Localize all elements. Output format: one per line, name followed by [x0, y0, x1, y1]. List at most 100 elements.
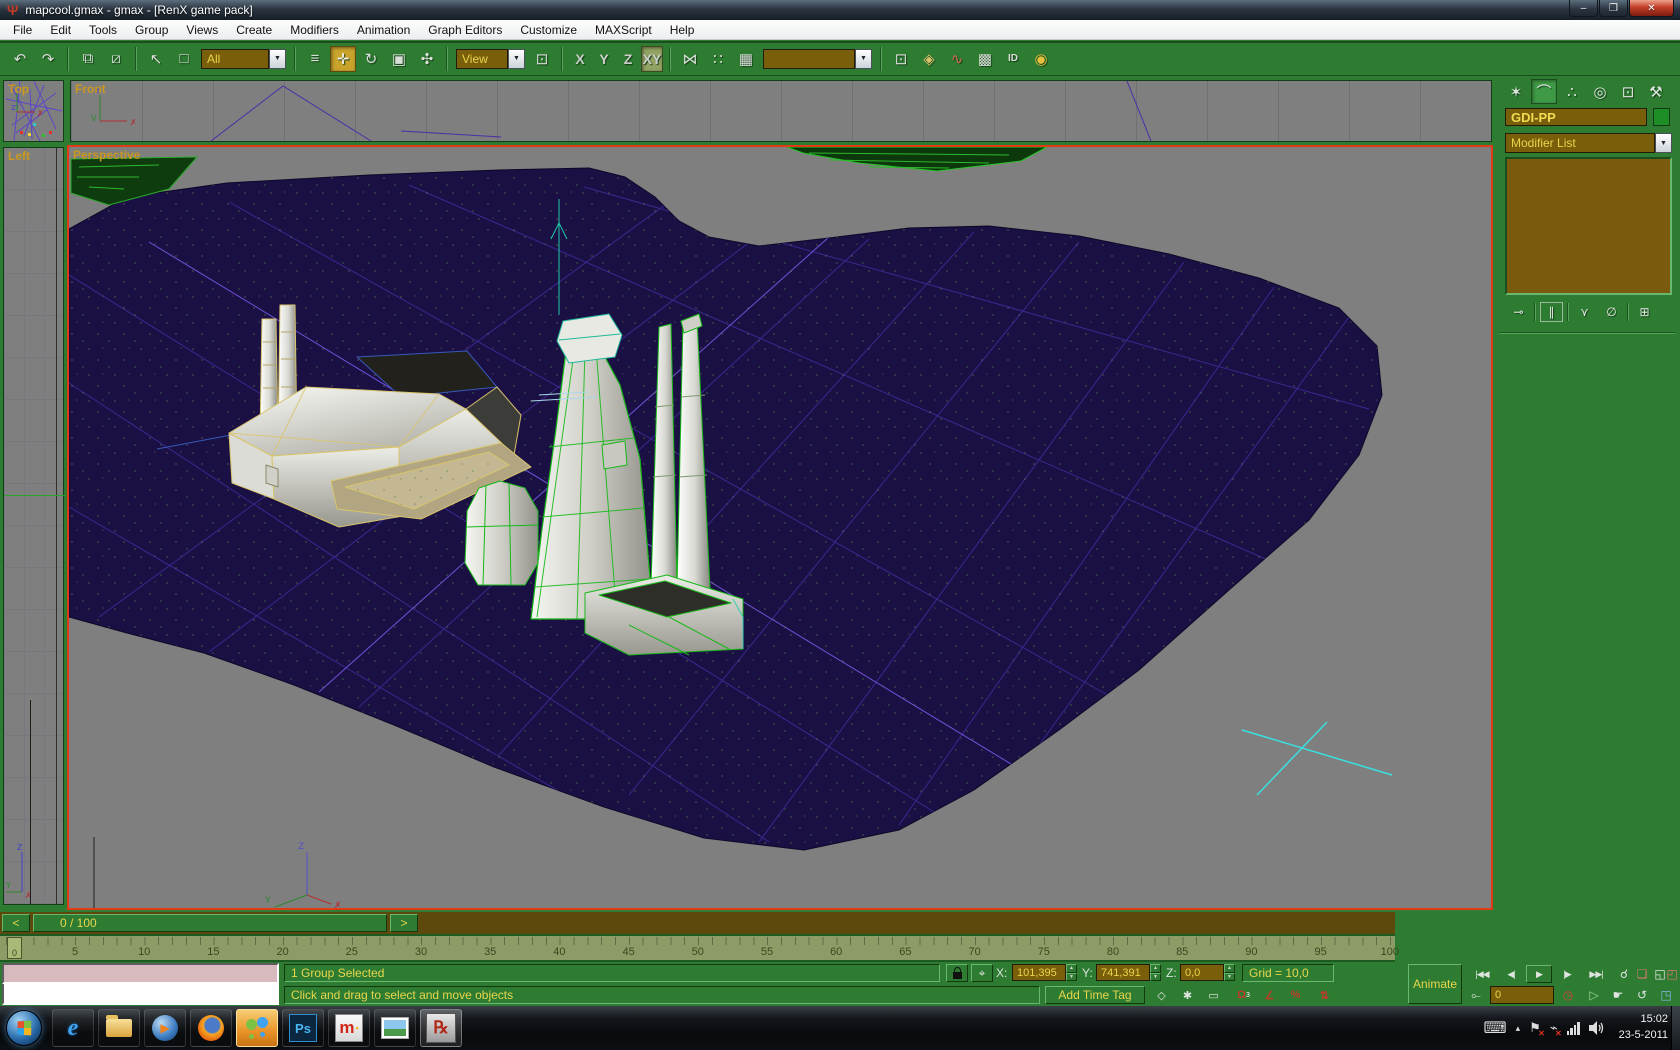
object-color-swatch[interactable] — [1653, 108, 1670, 126]
chevron-down-icon[interactable]: ▼ — [1655, 133, 1672, 153]
redo-icon[interactable]: ↷ — [35, 46, 61, 72]
pin-stack-icon[interactable]: ⊸ — [1507, 302, 1530, 322]
menu-modifiers[interactable]: Modifiers — [281, 21, 348, 39]
volume-icon[interactable] — [1589, 1021, 1606, 1035]
chevron-down-icon[interactable]: ▼ — [269, 49, 286, 69]
viewport-left[interactable]: Left Z Y ✗ — [3, 147, 64, 905]
rotate-icon[interactable]: ↻ — [358, 46, 384, 72]
crossing-mode-icon[interactable]: ▭ — [1202, 986, 1225, 1004]
render-icon[interactable]: ◉ — [1028, 46, 1054, 72]
menu-animation[interactable]: Animation — [348, 21, 419, 39]
timeline-position-handle[interactable]: 0 — [7, 937, 22, 959]
select-link-icon[interactable]: ⧉ — [75, 46, 101, 72]
start-button[interactable] — [6, 1010, 42, 1046]
manipulate-icon[interactable]: ✣ — [414, 46, 440, 72]
close-button[interactable]: ✕ — [1629, 0, 1674, 17]
selection-lock-icon[interactable] — [946, 964, 968, 982]
pan-icon[interactable]: ☛ — [1608, 986, 1628, 1004]
restrict-x-button[interactable]: X — [569, 46, 591, 72]
select-by-name-icon[interactable]: ≡ — [302, 46, 328, 72]
spinner-snap-icon[interactable]: ⇅ — [1313, 986, 1336, 1004]
modifier-list-dropdown[interactable]: Modifier List ▼ — [1505, 133, 1672, 152]
remove-modifier-icon[interactable]: ∅ — [1600, 302, 1623, 322]
menu-edit[interactable]: Edit — [41, 21, 80, 39]
viewport-front[interactable]: Front Z V ✗ — [70, 80, 1492, 142]
absolute-mode-icon[interactable]: ⌖ — [971, 964, 993, 982]
taskbar-messenger-icon[interactable] — [236, 1009, 278, 1047]
menu-tools[interactable]: Tools — [80, 21, 126, 39]
named-selection-dropdown[interactable]: ▼ — [763, 49, 872, 69]
chevron-down-icon[interactable]: ▼ — [855, 49, 872, 69]
x-coordinate-field[interactable]: 101,395 — [1012, 964, 1066, 981]
make-unique-icon[interactable]: ⋎ — [1573, 302, 1596, 322]
z-coordinate-field[interactable]: 0,0 — [1180, 964, 1224, 981]
undo-icon[interactable]: ↶ — [7, 46, 33, 72]
menu-customize[interactable]: Customize — [511, 21, 586, 39]
tab-modify-icon[interactable]: ⌒ — [1531, 79, 1557, 104]
viewport-perspective[interactable]: Perspective — [67, 145, 1493, 910]
action-center-icon[interactable]: ⚑ — [1529, 1020, 1541, 1036]
draft-mode-icon[interactable]: ◇ — [1150, 986, 1173, 1004]
tab-utilities-icon[interactable]: ⚒ — [1643, 79, 1669, 104]
y-spinner[interactable]: ▲▼ — [1150, 964, 1161, 981]
minimize-button[interactable]: – — [1569, 0, 1598, 17]
menu-create[interactable]: Create — [227, 21, 281, 39]
show-hidden-icons[interactable]: ▴ — [1516, 1023, 1521, 1034]
array-icon[interactable]: ∷ — [705, 46, 731, 72]
signal-strength-icon[interactable] — [1567, 1022, 1580, 1035]
taskbar-windows-explorer-icon[interactable] — [98, 1009, 140, 1047]
menu-maxscript[interactable]: MAXScript — [586, 21, 661, 39]
taskbar-internet-explorer-icon[interactable]: e — [52, 1009, 94, 1047]
viewport-top[interactable]: Top ✗ Z — [3, 80, 64, 142]
chevron-down-icon[interactable]: ▼ — [508, 49, 525, 69]
tab-create-icon[interactable]: ✶ — [1503, 79, 1529, 104]
next-frame-icon[interactable]: |▶ — [1556, 965, 1578, 983]
align-icon[interactable]: ▦ — [733, 46, 759, 72]
restrict-z-button[interactable]: Z — [617, 46, 639, 72]
scale-icon[interactable]: ▣ — [386, 46, 412, 72]
taskbar-renx-gmax-icon[interactable]: ℞ — [420, 1009, 462, 1047]
current-frame-field[interactable]: 0 — [1490, 986, 1554, 1004]
menu-graph-editors[interactable]: Graph Editors — [419, 21, 511, 39]
zoom-extents-all-icon[interactable]: ◰ — [1662, 965, 1680, 983]
material-id-icon[interactable]: ID — [1000, 46, 1026, 72]
previous-frame-button[interactable]: < — [2, 914, 30, 932]
snap-3d-icon[interactable]: Ω3 — [1232, 986, 1255, 1004]
min-max-toggle-icon[interactable]: ◳ — [1656, 986, 1676, 1004]
region-select-icon[interactable]: □ — [171, 46, 197, 72]
zoom-all-icon[interactable]: ❏ — [1632, 965, 1652, 983]
select-object-icon[interactable]: ↖ — [143, 46, 169, 72]
time-slider-handle[interactable]: 0 / 100 — [33, 914, 387, 932]
percent-snap-icon[interactable]: % — [1284, 986, 1307, 1004]
maxscript-listener-macro[interactable] — [2, 963, 279, 984]
show-desktop-button[interactable] — [1671, 1006, 1680, 1050]
material-editor-icon[interactable]: ◈ — [916, 46, 942, 72]
timeline-ruler[interactable]: 0 51015202530354045505560657075808590951… — [0, 934, 1395, 962]
taskbar-mirc-icon[interactable]: m• — [328, 1009, 370, 1047]
taskbar-media-player-icon[interactable]: ▶ — [144, 1009, 186, 1047]
arc-rotate-icon[interactable]: ↺ — [1632, 986, 1652, 1004]
x-spinner[interactable]: ▲▼ — [1066, 964, 1077, 981]
track-mode-icon[interactable]: ✱ — [1176, 986, 1199, 1004]
add-time-tag-button[interactable]: Add Time Tag — [1045, 986, 1145, 1004]
menu-help[interactable]: Help — [661, 21, 704, 39]
reference-coordinate-dropdown[interactable]: View ▼ — [456, 49, 525, 69]
field-of-view-icon[interactable]: ▷ — [1584, 986, 1604, 1004]
keyboard-layout-icon[interactable]: ⌨ — [1484, 1018, 1507, 1038]
angle-snap-icon[interactable]: ∠ — [1258, 986, 1281, 1004]
go-to-start-icon[interactable]: |◀◀ — [1468, 965, 1496, 983]
maxscript-listener-input[interactable] — [2, 984, 279, 1005]
tab-motion-icon[interactable]: ◎ — [1587, 79, 1613, 104]
object-name-field[interactable]: GDI-PP — [1505, 108, 1647, 126]
restrict-y-button[interactable]: Y — [593, 46, 615, 72]
zoom-icon[interactable]: ☌ — [1614, 965, 1634, 983]
curve-editor-icon[interactable]: ∿ — [944, 46, 970, 72]
selection-sets-icon[interactable]: ⊡ — [888, 46, 914, 72]
show-end-result-icon[interactable]: ∥ — [1540, 302, 1563, 322]
play-icon[interactable]: ▶ — [1526, 965, 1552, 983]
y-coordinate-field[interactable]: 741,391 — [1096, 964, 1150, 981]
taskbar-photo-viewer-icon[interactable] — [374, 1009, 416, 1047]
menu-group[interactable]: Group — [126, 21, 177, 39]
tab-display-icon[interactable]: ⊡ — [1615, 79, 1641, 104]
uvw-checker-icon[interactable]: ▩ — [972, 46, 998, 72]
